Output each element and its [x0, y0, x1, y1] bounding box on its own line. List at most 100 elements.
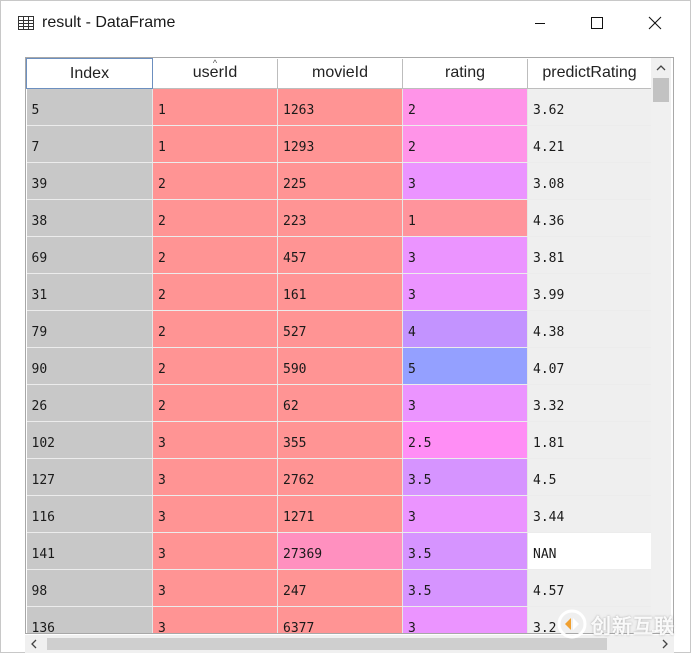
cell-userid[interactable]: 1 — [152, 88, 278, 126]
horizontal-scroll-thumb[interactable] — [47, 638, 607, 650]
cell-movieid[interactable]: 1263 — [277, 88, 403, 126]
table-row[interactable]: 26 2 62 3 3.32 — [26, 384, 652, 422]
cell-userid[interactable]: 2 — [152, 199, 278, 237]
cell-predictrating[interactable]: 4.07 — [527, 347, 652, 385]
cell-predictrating[interactable]: 4.57 — [527, 569, 652, 607]
cell-index[interactable]: 98 — [26, 569, 153, 607]
cell-rating[interactable]: 2 — [402, 88, 528, 126]
cell-movieid[interactable]: 1271 — [277, 495, 403, 533]
cell-index[interactable]: 102 — [26, 421, 153, 459]
cell-userid[interactable]: 1 — [152, 125, 278, 163]
vertical-scrollbar[interactable] — [651, 58, 671, 630]
table-row[interactable]: 31 2 161 3 3.99 — [26, 273, 652, 311]
cell-rating[interactable]: 3.5 — [402, 532, 528, 570]
cell-index[interactable]: 5 — [26, 88, 153, 126]
cell-userid[interactable]: 3 — [152, 458, 278, 496]
scroll-right-arrow-icon[interactable] — [656, 635, 674, 653]
cell-index[interactable]: 116 — [26, 495, 153, 533]
cell-movieid[interactable]: 27369 — [277, 532, 403, 570]
cell-rating[interactable]: 1 — [402, 199, 528, 237]
cell-movieid[interactable]: 6377 — [277, 606, 403, 633]
table-row[interactable]: 5 1 1263 2 3.62 — [26, 88, 652, 126]
cell-predictrating[interactable]: 3.08 — [527, 162, 652, 200]
column-header-movieid[interactable]: movieId — [277, 58, 403, 89]
cell-index[interactable]: 26 — [26, 384, 153, 422]
cell-movieid[interactable]: 1293 — [277, 125, 403, 163]
table-row[interactable]: 69 2 457 3 3.81 — [26, 236, 652, 274]
cell-movieid[interactable]: 223 — [277, 199, 403, 237]
column-header-userid[interactable]: ^ userId — [152, 58, 278, 89]
cell-predictrating[interactable]: 1.81 — [527, 421, 652, 459]
cell-rating[interactable]: 3 — [402, 606, 528, 633]
table-row[interactable]: 98 3 247 3.5 4.57 — [26, 569, 652, 607]
column-header-predictrating[interactable]: predictRating — [527, 58, 652, 89]
table-row[interactable]: 127 3 2762 3.5 4.5 — [26, 458, 652, 496]
column-header-index[interactable]: Index — [26, 58, 153, 89]
table-row[interactable]: 79 2 527 4 4.38 — [26, 310, 652, 348]
cell-predictrating[interactable]: 3.2 — [527, 606, 652, 633]
cell-movieid[interactable]: 2762 — [277, 458, 403, 496]
column-header-rating[interactable]: rating — [402, 58, 528, 89]
cell-index[interactable]: 136 — [26, 606, 153, 633]
cell-predictrating[interactable]: 3.44 — [527, 495, 652, 533]
cell-rating[interactable]: 3 — [402, 495, 528, 533]
dataframe-grid[interactable]: Index ^ userId movieId rating predictRat… — [25, 57, 674, 634]
maximize-button[interactable] — [585, 11, 609, 35]
cell-rating[interactable]: 3.5 — [402, 458, 528, 496]
cell-movieid[interactable]: 457 — [277, 236, 403, 274]
cell-movieid[interactable]: 161 — [277, 273, 403, 311]
cell-rating[interactable]: 3 — [402, 162, 528, 200]
cell-movieid[interactable]: 62 — [277, 384, 403, 422]
table-row[interactable]: 141 3 27369 3.5 NAN — [26, 532, 652, 570]
cell-rating[interactable]: 2 — [402, 125, 528, 163]
cell-rating[interactable]: 2.5 — [402, 421, 528, 459]
table-row[interactable]: 116 3 1271 3 3.44 — [26, 495, 652, 533]
cell-userid[interactable]: 3 — [152, 495, 278, 533]
cell-index[interactable]: 127 — [26, 458, 153, 496]
cell-predictrating[interactable]: 4.5 — [527, 458, 652, 496]
table-row[interactable]: 7 1 1293 2 4.21 — [26, 125, 652, 163]
horizontal-scrollbar[interactable] — [25, 635, 674, 653]
cell-userid[interactable]: 2 — [152, 310, 278, 348]
table-row[interactable]: 90 2 590 5 4.07 — [26, 347, 652, 385]
scroll-up-arrow-icon[interactable] — [651, 58, 671, 78]
cell-index[interactable]: 141 — [26, 532, 153, 570]
table-row[interactable]: 102 3 355 2.5 1.81 — [26, 421, 652, 459]
vertical-scroll-thumb[interactable] — [653, 78, 669, 102]
cell-movieid[interactable]: 225 — [277, 162, 403, 200]
cell-index[interactable]: 79 — [26, 310, 153, 348]
close-button[interactable] — [643, 11, 667, 35]
cell-userid[interactable]: 3 — [152, 421, 278, 459]
cell-rating[interactable]: 3 — [402, 236, 528, 274]
cell-predictrating[interactable]: 4.21 — [527, 125, 652, 163]
table-row[interactable]: 136 3 6377 3 3.2 — [26, 606, 652, 633]
cell-index[interactable]: 38 — [26, 199, 153, 237]
cell-predictrating[interactable]: 3.99 — [527, 273, 652, 311]
cell-predictrating[interactable]: NAN — [527, 532, 652, 570]
cell-index[interactable]: 90 — [26, 347, 153, 385]
cell-userid[interactable]: 3 — [152, 606, 278, 633]
scroll-left-arrow-icon[interactable] — [25, 635, 43, 653]
cell-rating[interactable]: 3 — [402, 273, 528, 311]
cell-predictrating[interactable]: 3.81 — [527, 236, 652, 274]
minimize-button[interactable] — [528, 11, 552, 35]
cell-index[interactable]: 31 — [26, 273, 153, 311]
cell-rating[interactable]: 5 — [402, 347, 528, 385]
cell-predictrating[interactable]: 4.36 — [527, 199, 652, 237]
cell-rating[interactable]: 3 — [402, 384, 528, 422]
cell-predictrating[interactable]: 3.32 — [527, 384, 652, 422]
table-row[interactable]: 39 2 225 3 3.08 — [26, 162, 652, 200]
cell-predictrating[interactable]: 3.62 — [527, 88, 652, 126]
cell-userid[interactable]: 2 — [152, 347, 278, 385]
cell-index[interactable]: 69 — [26, 236, 153, 274]
cell-userid[interactable]: 3 — [152, 569, 278, 607]
cell-predictrating[interactable]: 4.38 — [527, 310, 652, 348]
cell-rating[interactable]: 4 — [402, 310, 528, 348]
cell-userid[interactable]: 3 — [152, 532, 278, 570]
cell-movieid[interactable]: 355 — [277, 421, 403, 459]
cell-userid[interactable]: 2 — [152, 273, 278, 311]
cell-index[interactable]: 7 — [26, 125, 153, 163]
cell-movieid[interactable]: 527 — [277, 310, 403, 348]
table-row[interactable]: 38 2 223 1 4.36 — [26, 199, 652, 237]
cell-movieid[interactable]: 247 — [277, 569, 403, 607]
